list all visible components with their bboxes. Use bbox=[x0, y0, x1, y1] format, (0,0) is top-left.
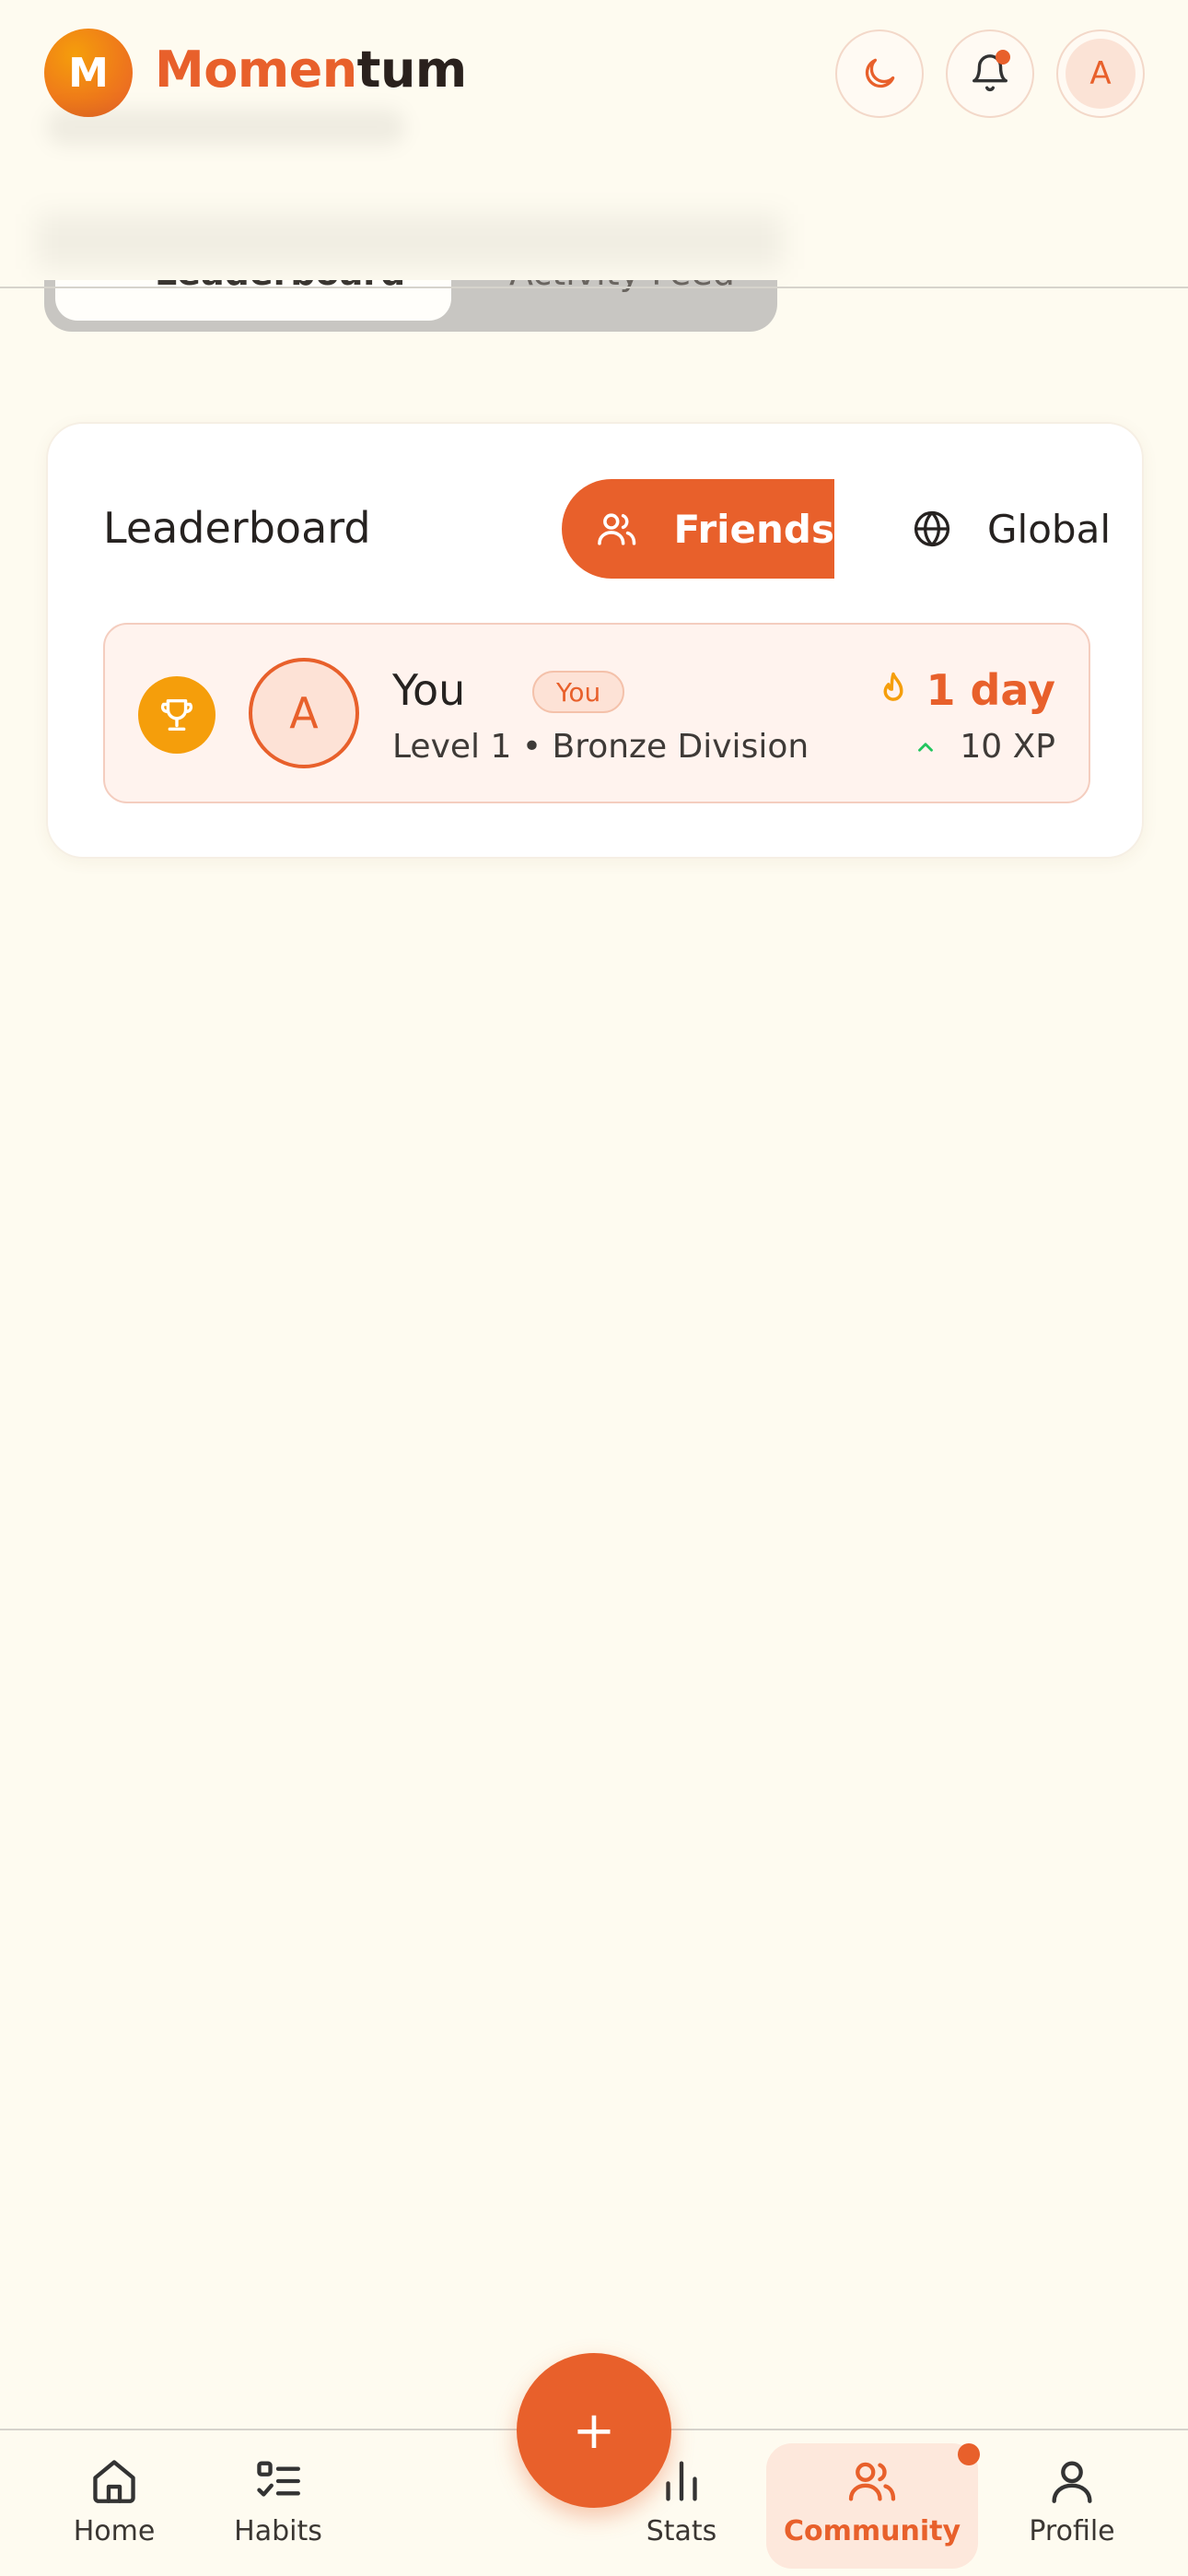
nav-profile-label: Profile bbox=[1029, 2515, 1115, 2547]
entry-name: You bbox=[392, 665, 466, 715]
streak-label: 1 day bbox=[926, 665, 1055, 715]
flame-icon bbox=[883, 672, 903, 701]
nav-community-label: Community bbox=[783, 2515, 961, 2547]
user-icon bbox=[1052, 2461, 1092, 2503]
global-filter-label: Global bbox=[987, 506, 1111, 552]
trophy-icon bbox=[160, 698, 193, 732]
friends-filter-button[interactable]: Friends bbox=[562, 479, 834, 579]
moon-icon bbox=[865, 58, 895, 88]
brand-name-part2: tum bbox=[356, 41, 468, 99]
home-icon bbox=[93, 2460, 135, 2503]
tabs-blur bbox=[37, 214, 783, 269]
users-icon bbox=[848, 2462, 896, 2501]
nav-habits[interactable]: Habits bbox=[195, 2430, 361, 2569]
globe-icon bbox=[914, 510, 950, 547]
community-notification-dot bbox=[958, 2443, 980, 2465]
notification-dot bbox=[996, 50, 1010, 64]
rank-badge bbox=[138, 676, 215, 754]
xp-value: 10 XP bbox=[914, 728, 1055, 766]
nav-stats-label: Stats bbox=[646, 2515, 717, 2547]
you-badge: You bbox=[532, 671, 625, 713]
nav-community[interactable]: Community bbox=[766, 2443, 978, 2569]
leaderboard-card: Leaderboard Friends Global A You You Lev… bbox=[46, 422, 1144, 859]
leaderboard-entry[interactable]: A You You Level 1 • Bronze Division 1 da… bbox=[103, 623, 1090, 803]
entry-level-division: Level 1 • Bronze Division bbox=[392, 728, 809, 766]
streak-count: 1 day bbox=[874, 665, 1055, 715]
nav-home-label: Home bbox=[73, 2515, 156, 2547]
users-icon bbox=[598, 513, 636, 545]
avatar: A bbox=[1066, 39, 1136, 109]
notifications-button[interactable] bbox=[946, 29, 1034, 118]
xp-label: 10 XP bbox=[960, 728, 1055, 766]
chevron-up-icon bbox=[918, 742, 934, 752]
list-check-icon bbox=[257, 2461, 300, 2497]
brand-name-part1: Momen bbox=[155, 41, 357, 99]
app-header: M Momentum A bbox=[0, 0, 1188, 147]
brand-name: Momentum bbox=[155, 41, 467, 99]
global-filter-button[interactable]: Global bbox=[834, 479, 1111, 579]
theme-toggle-button[interactable] bbox=[835, 29, 924, 118]
header-divider bbox=[0, 287, 1188, 288]
nav-home[interactable]: Home bbox=[31, 2430, 197, 2569]
header-shadow bbox=[46, 109, 405, 146]
add-habit-button[interactable]: + bbox=[517, 2353, 671, 2508]
nav-profile[interactable]: Profile bbox=[989, 2430, 1155, 2569]
community-page: M Momentum A Leaderboard Activity Feed bbox=[0, 0, 1188, 2576]
avatar: A bbox=[249, 658, 359, 768]
friends-filter-label: Friends bbox=[673, 506, 834, 552]
leaderboard-title: Leaderboard bbox=[103, 503, 371, 553]
app-logo[interactable]: M bbox=[44, 29, 133, 117]
nav-habits-label: Habits bbox=[234, 2515, 322, 2547]
user-avatar-button[interactable]: A bbox=[1056, 29, 1145, 118]
